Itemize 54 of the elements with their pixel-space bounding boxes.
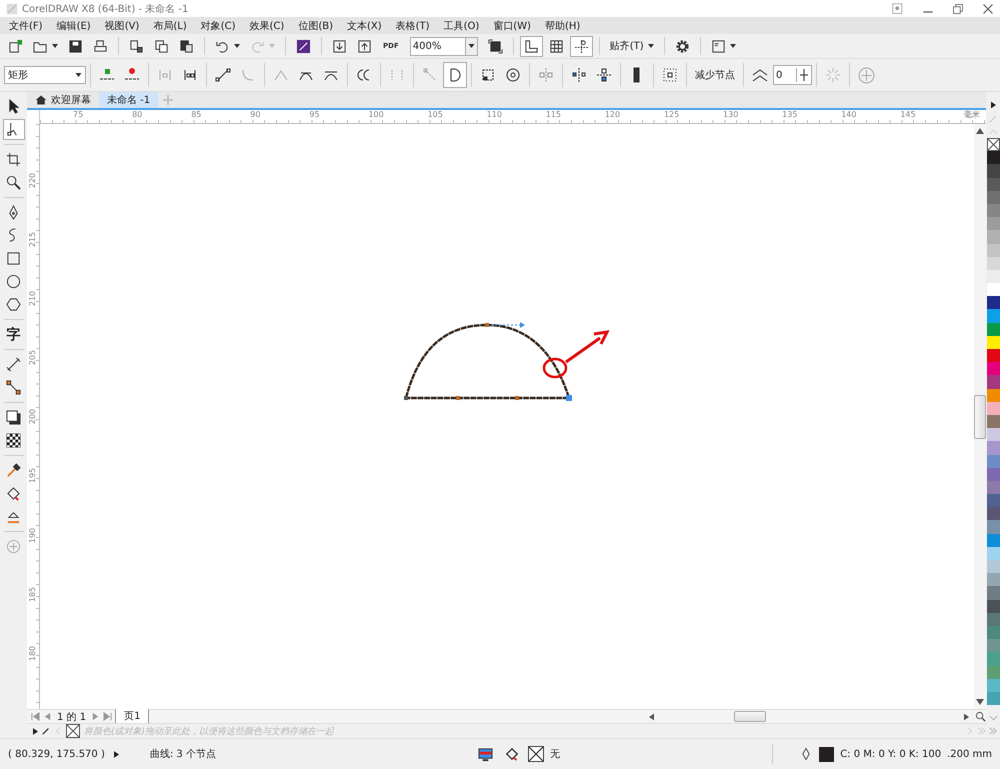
menu-item[interactable]: 帮助(H) [538, 18, 588, 32]
ruler-label: 190 [28, 527, 38, 543]
outline-color-values: C: 0 M: 0 Y: 0 K: 100 [840, 748, 942, 760]
ruler-label: 130 [723, 110, 740, 119]
reduce-nodes-button[interactable]: 减少节点 [691, 65, 739, 85]
document-tab[interactable]: 未命名 -1 [99, 92, 158, 108]
outline-width: .200 mm [947, 748, 992, 760]
menu-item[interactable]: 文件(F) [2, 18, 50, 32]
menu-item[interactable]: 编辑(E) [50, 18, 98, 32]
page-tab[interactable]: 页1 [115, 709, 150, 724]
object-info: 曲线: 3 个节点 [150, 748, 216, 761]
menu-item[interactable]: 对象(C) [194, 18, 243, 32]
ruler-label: 185 [28, 586, 38, 602]
page-counter: 1 的 1 [56, 710, 88, 724]
window-title: CorelDRAW X8 (64-Bit) - 未命名 -1 [22, 2, 188, 16]
smoothing-field[interactable]: 0 [773, 65, 812, 85]
ruler-label: 120 [604, 110, 622, 119]
ruler-label: 85 [191, 110, 202, 119]
ruler-label: 145 [900, 110, 917, 119]
ruler-label: 90 [250, 110, 262, 119]
ruler-label: 215 [28, 232, 38, 248]
ruler-label: 135 [782, 110, 798, 119]
ruler-label: 205 [28, 350, 38, 366]
ruler-label: 195 [28, 468, 38, 484]
ruler-label: 75 [73, 110, 84, 119]
ruler-label: 115 [546, 110, 562, 119]
ruler-label: 110 [486, 110, 503, 119]
ruler-unit: 毫米 [964, 110, 980, 120]
object-type-value: 矩形 [8, 69, 28, 82]
ruler-label: 210 [28, 291, 38, 306]
snap-dropdown[interactable]: 贴齐(T) [606, 36, 658, 56]
text-tool[interactable]: 字 [2, 324, 24, 345]
ruler-label: 200 [28, 409, 38, 425]
cursor-coordinates: ( 80.329, 175.570 ) [8, 748, 105, 760]
object-type-dropdown[interactable]: 矩形 [4, 66, 86, 84]
menu-item[interactable]: 表格(T) [388, 18, 437, 32]
ruler-label: 105 [428, 110, 444, 119]
menu-item[interactable]: 窗口(W) [486, 18, 538, 32]
menu-item[interactable]: 效果(C) [242, 18, 292, 32]
menu-item[interactable]: 文本(X) [340, 18, 389, 32]
menu-item[interactable]: 位图(B) [291, 18, 340, 32]
ruler-label: 80 [132, 110, 144, 119]
home-tab[interactable]: 欢迎屏幕 [27, 92, 99, 108]
menu-item[interactable]: 视图(V) [98, 18, 146, 32]
ruler-label: 220 [28, 172, 38, 188]
ruler-label: 125 [664, 110, 680, 119]
fill-value: 无 [550, 748, 560, 761]
ruler-label: 180 [28, 646, 38, 661]
zoom-level-dropdown[interactable]: 400% [410, 36, 478, 56]
menu-item[interactable]: 布局(L) [146, 18, 194, 32]
ruler-label: 100 [368, 110, 385, 119]
ruler-label: 95 [309, 110, 321, 119]
menu-item[interactable]: 工具(O) [436, 18, 486, 32]
ruler-label: 140 [841, 110, 858, 119]
